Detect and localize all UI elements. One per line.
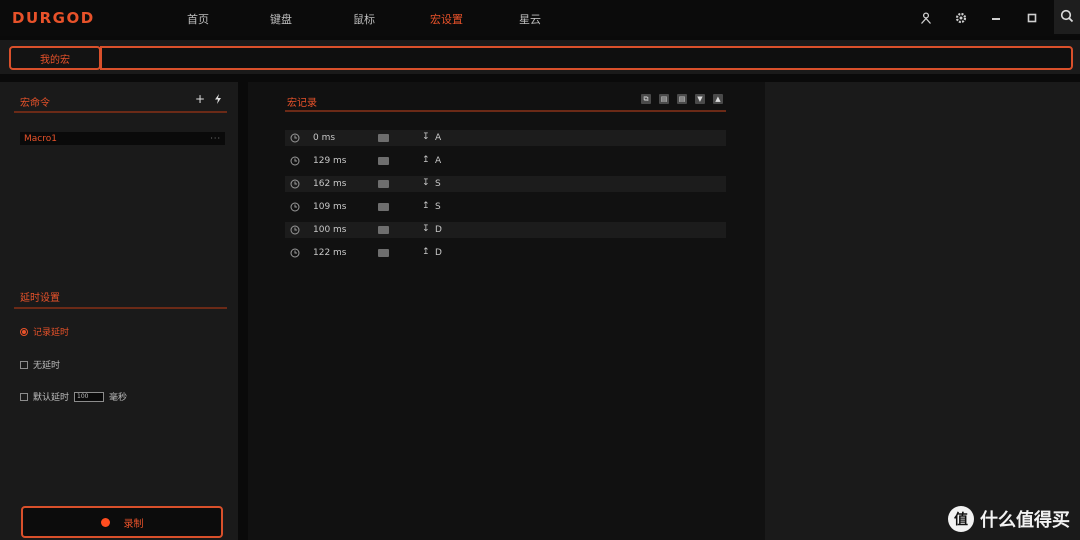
record-row[interactable]: 100 ms ↧ D [285, 222, 726, 238]
delete-icon[interactable]: ▤ [659, 94, 669, 104]
watermark: 值 什么值得买 [948, 506, 1070, 532]
watermark-logo: 值 [948, 506, 974, 532]
key-up-icon: ↥ [422, 201, 430, 211]
key-up-icon: ↥ [422, 155, 430, 165]
macro-commands-divider [14, 111, 227, 113]
gear-icon[interactable] [951, 8, 971, 28]
record-key: S [435, 202, 441, 212]
search-button[interactable] [1054, 0, 1080, 34]
default-delay-input[interactable] [74, 391, 105, 402]
clock-icon [290, 225, 300, 235]
record-delay-option[interactable]: 记录延时 [20, 325, 69, 338]
top-bar: DURGOD 首页 键盘 鼠标 宏设置 星云 [0, 0, 1080, 36]
macro-records-divider [285, 110, 726, 112]
keyboard-icon [378, 157, 389, 165]
macro-records-title: 宏记录 [287, 98, 317, 109]
delay-settings-title: 延时设置 [20, 293, 60, 304]
delete-all-icon[interactable]: ▤ [677, 94, 687, 104]
clock-icon [290, 202, 300, 212]
record-delay: 122 ms [313, 248, 347, 258]
record-delay: 129 ms [313, 156, 347, 166]
keyboard-icon [378, 180, 389, 188]
no-delay-option[interactable]: 无延时 [20, 358, 60, 371]
checkbox-icon[interactable] [20, 392, 28, 401]
record-button[interactable]: 录制 [21, 506, 223, 538]
move-down-icon[interactable]: ▼ [695, 94, 705, 104]
record-dot-icon [100, 517, 110, 527]
record-delay: 109 ms [313, 202, 347, 212]
macro-name-field[interactable] [100, 46, 1073, 70]
keyboard-icon [378, 203, 389, 211]
nav-macro-settings[interactable]: 宏设置 [430, 11, 463, 27]
watermark-text: 什么值得买 [980, 510, 1070, 531]
clock-icon [290, 179, 300, 189]
record-row[interactable]: 122 ms ↥ D [285, 245, 726, 261]
record-delay: 100 ms [313, 225, 347, 235]
delay-settings-divider [14, 307, 227, 309]
record-key: D [435, 225, 442, 235]
macro-item-name: Macro1 [24, 133, 57, 144]
nav-home[interactable]: 首页 [187, 11, 209, 27]
record-row[interactable]: 0 ms ↧ A [285, 130, 726, 146]
clock-icon [290, 133, 300, 143]
default-delay-option[interactable]: 默认延时 毫秒 [20, 390, 127, 403]
record-delay: 162 ms [313, 179, 347, 189]
my-macro-tab[interactable]: 我的宏 [9, 46, 101, 70]
nav-nebula[interactable]: 星云 [519, 11, 541, 27]
copy-icon[interactable]: ⧉ [641, 94, 651, 104]
clock-icon [290, 156, 300, 166]
lightning-icon[interactable] [212, 93, 224, 105]
record-key: S [435, 179, 441, 189]
record-key: A [435, 156, 442, 166]
record-delay: 0 ms [313, 133, 336, 143]
more-options-icon[interactable]: ··· [210, 134, 221, 143]
nav-keyboard[interactable]: 键盘 [270, 11, 292, 27]
key-down-icon: ↧ [422, 178, 430, 188]
record-row[interactable]: 162 ms ↧ S [285, 176, 726, 192]
plus-icon[interactable]: + [194, 93, 206, 105]
keyboard-icon [378, 226, 389, 234]
macro-tab-bar: 我的宏 [0, 40, 1080, 74]
record-key: D [435, 248, 442, 258]
keyboard-icon [378, 249, 389, 257]
search-icon [1060, 9, 1074, 26]
checkbox-icon[interactable] [20, 360, 28, 369]
key-up-icon: ↥ [422, 247, 430, 257]
key-down-icon: ↧ [422, 132, 430, 142]
clock-icon [290, 248, 300, 258]
record-key: A [435, 133, 442, 143]
macro-commands-title: 宏命令 [20, 98, 50, 109]
record-row[interactable]: 109 ms ↥ S [285, 199, 726, 215]
key-down-icon: ↧ [422, 224, 430, 234]
macro-records-panel: 宏记录 ⧉ ▤ ▤ ▼ ▲ 0 ms ↧ A 129 ms ↥ A 162 ms… [248, 82, 765, 540]
left-panel: 宏命令 + Macro1 ··· 延时设置 记录延时 无延时 默认延时 毫秒 录… [0, 82, 238, 540]
radio-selected-icon[interactable] [20, 327, 28, 336]
right-panel [765, 82, 1080, 540]
macro-list-item[interactable]: Macro1 ··· [20, 132, 225, 145]
maximize-icon[interactable] [1022, 8, 1042, 28]
app-logo: DURGOD [12, 9, 95, 27]
nav-mouse[interactable]: 鼠标 [353, 11, 375, 27]
move-up-icon[interactable]: ▲ [713, 94, 723, 104]
keyboard-icon [378, 134, 389, 142]
user-icon[interactable] [916, 8, 936, 28]
record-row[interactable]: 129 ms ↥ A [285, 153, 726, 169]
minimize-icon[interactable] [986, 8, 1006, 28]
